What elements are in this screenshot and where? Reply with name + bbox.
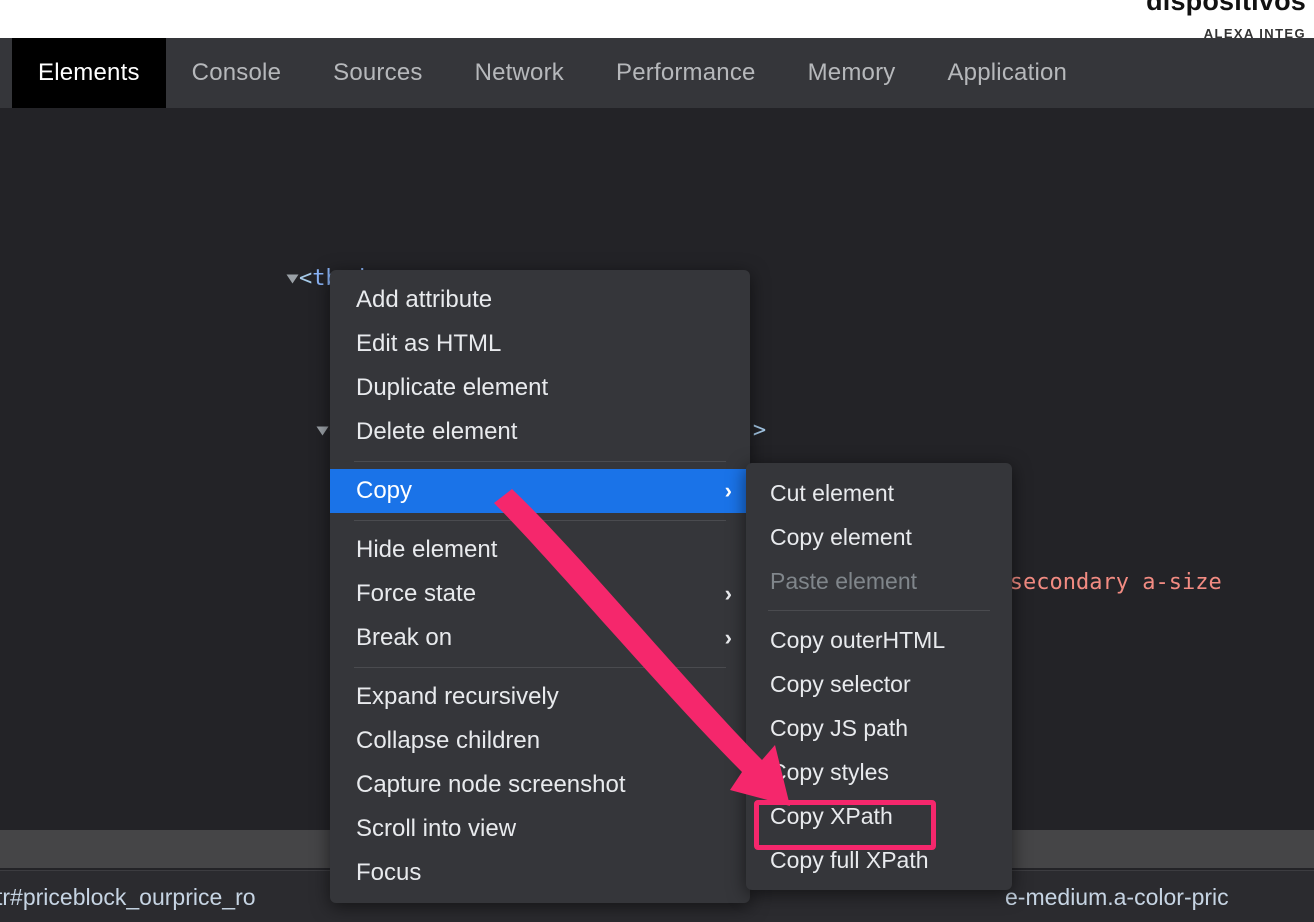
menu-item-scroll-into-view[interactable]: Scroll into view bbox=[330, 807, 750, 851]
menu-item-paste-element: Paste element bbox=[770, 567, 918, 594]
menu-item-copy[interactable]: Copy › bbox=[330, 469, 750, 513]
dom-node-tbody[interactable]: <tbody> bbox=[0, 222, 1314, 291]
chevron-right-icon: › bbox=[724, 625, 732, 650]
tab-application[interactable]: Application bbox=[921, 38, 1093, 108]
menu-separator bbox=[354, 520, 726, 521]
twisty-open-icon[interactable] bbox=[286, 274, 299, 284]
underlying-page-bleed: dispositivos ALEXA INTEG bbox=[0, 0, 1314, 42]
menu-item-expand-recursively[interactable]: Expand recursively bbox=[330, 675, 750, 719]
menu-item-force-state-label: Force state bbox=[356, 580, 477, 607]
tab-sources[interactable]: Sources bbox=[307, 38, 448, 108]
menu-item-delete-element[interactable]: Delete element bbox=[330, 410, 750, 454]
menu-item-capture-node-screenshot[interactable]: Capture node screenshot bbox=[330, 763, 750, 807]
screenshot-root: dispositivos ALEXA INTEG Elements Consol… bbox=[0, 0, 1314, 922]
twisty-open-icon[interactable] bbox=[316, 426, 329, 436]
menu-item-break-on[interactable]: Break on › bbox=[330, 616, 750, 660]
breadcrumb-item-tr[interactable]: tr#priceblock_ourprice_ro bbox=[0, 878, 256, 916]
context-menu[interactable]: Add attribute Edit as HTML Duplicate ele… bbox=[330, 270, 750, 903]
menu-item-force-state[interactable]: Force state › bbox=[330, 572, 750, 616]
menu-item-copy-selector[interactable]: Copy selector bbox=[746, 662, 1012, 706]
menu-item-copy-styles[interactable]: Copy styles bbox=[746, 750, 1012, 794]
devtools-tabbar: Elements Console Sources Network Perform… bbox=[0, 38, 1314, 108]
menu-item-copy-full-xpath[interactable]: Copy full XPath bbox=[746, 838, 1012, 882]
menu-item-copy-xpath[interactable]: Copy XPath bbox=[746, 794, 1012, 838]
menu-item-edit-as-html[interactable]: Edit as HTML bbox=[330, 322, 750, 366]
menu-item-copy-js-path[interactable]: Copy JS path bbox=[746, 706, 1012, 750]
menu-separator bbox=[768, 610, 990, 611]
menu-item-add-attribute[interactable]: Add attribute bbox=[330, 278, 750, 322]
menu-item-duplicate-element[interactable]: Duplicate element bbox=[330, 366, 750, 410]
menu-item-focus[interactable]: Focus bbox=[330, 851, 750, 895]
tab-network[interactable]: Network bbox=[449, 38, 590, 108]
menu-item-copy-label: Copy bbox=[356, 477, 413, 504]
page-headline-text: dispositivos bbox=[1146, 0, 1306, 16]
menu-item-break-on-label: Break on bbox=[356, 624, 453, 651]
breadcrumb-item-span[interactable]: e-medium.a-color-pric bbox=[1005, 878, 1229, 916]
menu-item-copy-element[interactable]: Copy element bbox=[746, 515, 1012, 559]
chevron-right-icon: › bbox=[724, 581, 732, 606]
menu-item-collapse-children[interactable]: Collapse children bbox=[330, 719, 750, 763]
tab-console[interactable]: Console bbox=[166, 38, 307, 108]
menu-separator bbox=[354, 461, 726, 462]
menu-item-cut-element[interactable]: Cut element bbox=[746, 471, 1012, 515]
menu-item-hide-element[interactable]: Hide element bbox=[330, 528, 750, 572]
menu-separator bbox=[354, 667, 726, 668]
tab-memory[interactable]: Memory bbox=[782, 38, 922, 108]
tab-elements[interactable]: Elements bbox=[12, 38, 166, 108]
tab-performance[interactable]: Performance bbox=[590, 38, 782, 108]
copy-submenu[interactable]: Cut element Copy element Paste element C… bbox=[746, 463, 1012, 890]
chevron-right-icon: › bbox=[724, 478, 732, 503]
menu-item-copy-outerhtml[interactable]: Copy outerHTML bbox=[746, 618, 1012, 662]
